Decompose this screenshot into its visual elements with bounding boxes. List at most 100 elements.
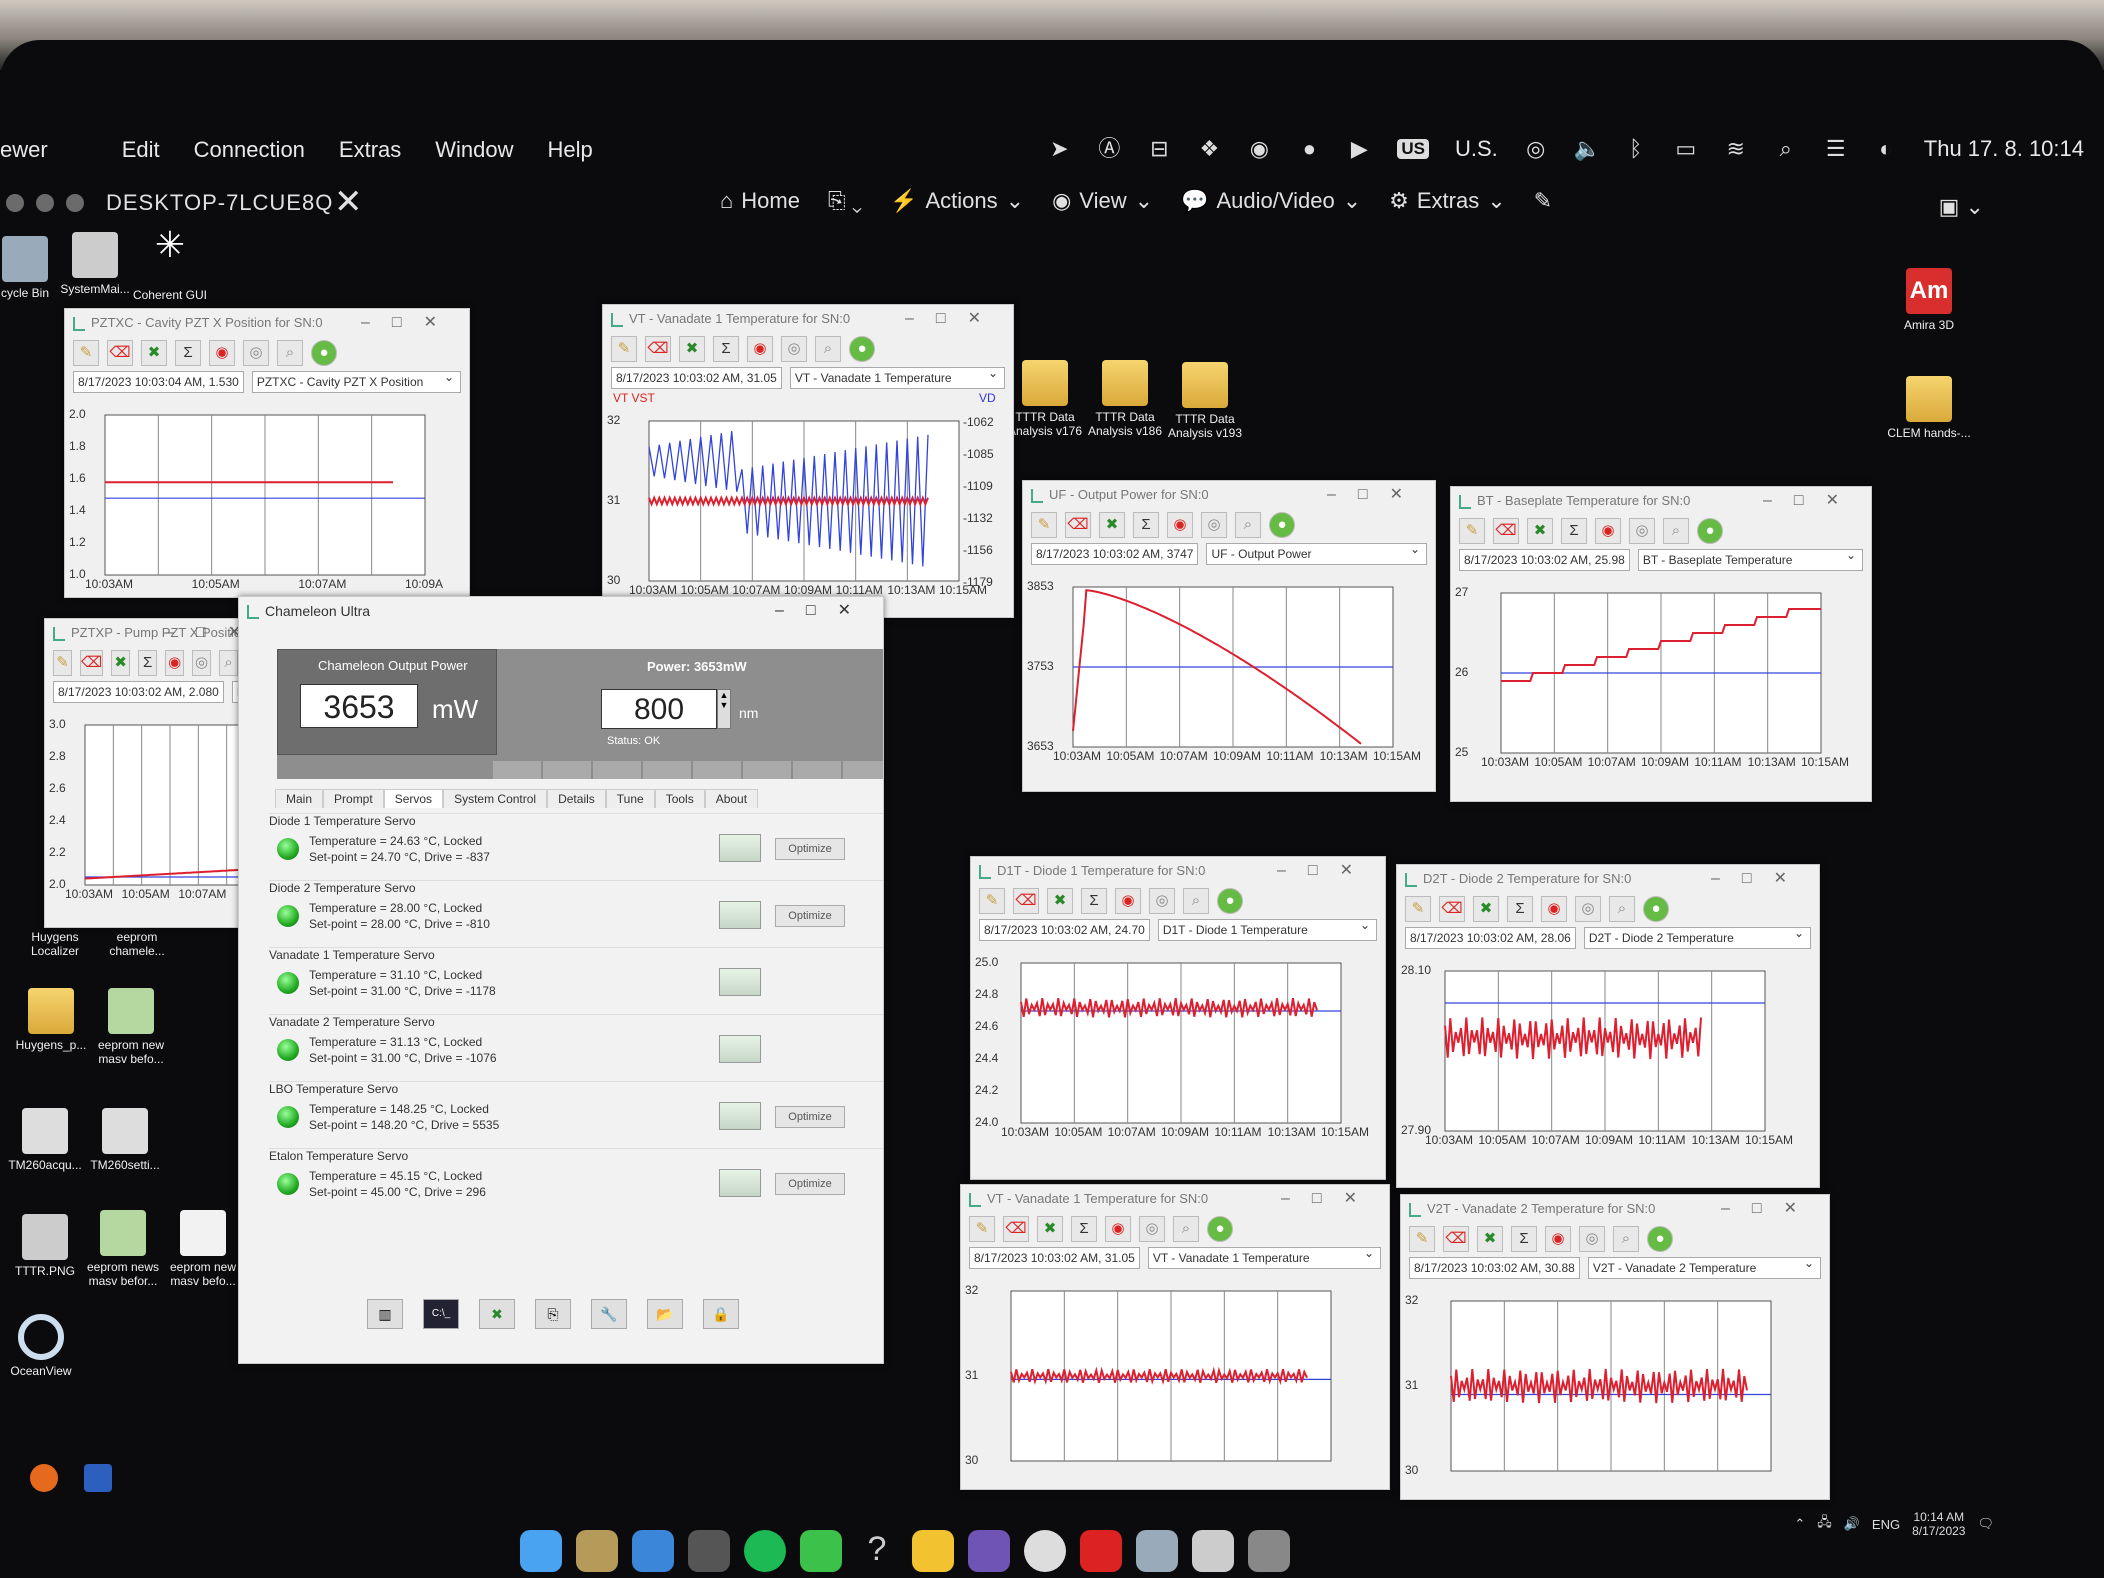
- excel-icon[interactable]: ✖: [1099, 512, 1125, 538]
- excel-icon[interactable]: ✖: [679, 336, 705, 362]
- optimize-button[interactable]: Optimize: [775, 1106, 845, 1128]
- zoom-icon[interactable]: ⌕: [219, 650, 239, 676]
- window-controls[interactable]: –□✕: [1277, 860, 1375, 880]
- zoom-icon[interactable]: ⌕: [1173, 1216, 1199, 1242]
- screen-icon[interactable]: [1136, 1530, 1178, 1572]
- tray-a-icon[interactable]: Ⓐ: [1097, 137, 1121, 161]
- eraser-icon[interactable]: ⌫: [1013, 888, 1039, 914]
- recording-icon[interactable]: ●: [1297, 137, 1321, 161]
- excel-icon[interactable]: ✖: [1047, 888, 1073, 914]
- language-indicator[interactable]: ENG: [1872, 1517, 1900, 1532]
- stop-icon[interactable]: ◎: [192, 650, 212, 676]
- excel-icon[interactable]: ✖: [1527, 518, 1553, 544]
- search-icon[interactable]: ⌕: [1774, 137, 1798, 161]
- firefox-icon[interactable]: [30, 1464, 58, 1492]
- network-icon[interactable]: 🖧: [1817, 1513, 1832, 1535]
- acrobat-icon[interactable]: [1080, 1530, 1122, 1572]
- remote-icon[interactable]: [1024, 1530, 1066, 1572]
- keyboard-badge[interactable]: US: [1397, 139, 1429, 159]
- d1t-window[interactable]: D1T - Diode 1 Temperature for SN:0 –□✕ ✎ ⌫ ✖…: [970, 856, 1386, 1180]
- optimize-button[interactable]: Optimize: [775, 838, 845, 860]
- app-taskbar-icon[interactable]: [84, 1464, 112, 1492]
- desktop-icon-tm260set[interactable]: TM260setti...: [80, 1108, 170, 1172]
- uf-window[interactable]: UF - Output Power for SN:0 –□✕ ✎ ⌫ ✖ Σ ◉ ◎ ⌕ ● 8/1…: [1022, 480, 1436, 792]
- window-controls[interactable]: –□✕: [775, 600, 873, 620]
- chart-icon[interactable]: ▥: [367, 1299, 403, 1329]
- go-icon[interactable]: ●: [1269, 512, 1295, 538]
- parameter-select[interactable]: PZTXC - Cavity PZT X Position: [251, 370, 461, 393]
- servo-chart-button[interactable]: [719, 1102, 761, 1130]
- desktop-icon-tm260acq[interactable]: TM260acqu...: [0, 1108, 90, 1172]
- bluetooth-icon[interactable]: ᛒ: [1624, 137, 1648, 161]
- window-controls[interactable]: –□✕: [1281, 1188, 1379, 1208]
- facetime-icon[interactable]: [800, 1530, 842, 1572]
- sum-icon[interactable]: Σ: [1081, 888, 1107, 914]
- keyboard-label[interactable]: U.S.: [1455, 136, 1498, 162]
- edit-icon[interactable]: ✎: [611, 336, 637, 362]
- go-icon[interactable]: ●: [849, 336, 875, 362]
- edit-icon[interactable]: ✎: [73, 340, 99, 366]
- folder-icon[interactable]: 📂: [647, 1299, 683, 1329]
- play-icon[interactable]: ▶: [1347, 137, 1371, 161]
- console-icon[interactable]: C:\_: [423, 1299, 459, 1329]
- optimize-button[interactable]: Optimize: [775, 905, 845, 927]
- parameter-select[interactable]: D1T - Diode 1 Temperature: [1157, 918, 1377, 941]
- edit-icon[interactable]: ✎: [1031, 512, 1057, 538]
- stop-icon[interactable]: ◎: [1575, 896, 1601, 922]
- stop-icon[interactable]: ◎: [781, 336, 807, 362]
- window-controls[interactable]: –□✕: [1763, 490, 1861, 510]
- vt-bottom-window[interactable]: VT - Vanadate 1 Temperature for SN:0 –□✕ ✎…: [960, 1184, 1390, 1490]
- sum-icon[interactable]: Σ: [713, 336, 739, 362]
- stop-icon[interactable]: ◎: [1579, 1226, 1605, 1252]
- eraser-icon[interactable]: ⌫: [645, 336, 671, 362]
- edit-icon[interactable]: ✎: [969, 1216, 995, 1242]
- desktop-icon-coherent[interactable]: ✳ Coherent GUI: [125, 227, 215, 303]
- menu-window[interactable]: Window: [435, 137, 513, 163]
- window-controls[interactable]: –□✕: [905, 308, 1003, 328]
- desktop-icon-huygens-p[interactable]: Huygens_p...: [6, 988, 96, 1052]
- desktop-icon-eeprom-new-2[interactable]: eeprom new masv befo...: [158, 1210, 248, 1288]
- chameleon-window[interactable]: Chameleon Ultra –□✕ Chameleon Output Pow…: [238, 596, 884, 1364]
- record-icon[interactable]: ◉: [1115, 888, 1141, 914]
- excel-icon[interactable]: ✖: [1037, 1216, 1063, 1242]
- documents-icon[interactable]: [1192, 1530, 1234, 1572]
- notification-icon[interactable]: 🗨: [1977, 1516, 1994, 1532]
- tab-servos[interactable]: Servos: [383, 789, 444, 808]
- chevron-up-icon[interactable]: ⌃: [1794, 1516, 1805, 1532]
- edit-icon[interactable]: ✎: [1405, 896, 1431, 922]
- record-icon[interactable]: ◉: [165, 650, 185, 676]
- window-controls[interactable]: [6, 194, 84, 212]
- menu-viewer[interactable]: ewer: [0, 137, 48, 163]
- desktop-icon-tttr193[interactable]: TTTR Data Analysis v193: [1160, 362, 1250, 440]
- stop-icon[interactable]: ◎: [1149, 888, 1175, 914]
- tab-prompt[interactable]: Prompt: [323, 789, 384, 808]
- eraser-icon[interactable]: ⌫: [1065, 512, 1091, 538]
- stop-icon[interactable]: ◎: [243, 340, 269, 366]
- sum-icon[interactable]: Σ: [1133, 512, 1159, 538]
- stop-icon[interactable]: ◎: [1139, 1216, 1165, 1242]
- eraser-icon[interactable]: ⌫: [1003, 1216, 1029, 1242]
- go-icon[interactable]: ●: [1643, 896, 1669, 922]
- location-arrow-icon[interactable]: ➤: [1047, 137, 1071, 161]
- eraser-icon[interactable]: ⌫: [1493, 518, 1519, 544]
- sum-icon[interactable]: Σ: [1511, 1226, 1537, 1252]
- d2t-window[interactable]: D2T - Diode 2 Temperature for SN:0 –□✕ ✎ ⌫ ✖…: [1396, 864, 1820, 1188]
- parameter-select[interactable]: VT - Vanadate 1 Temperature: [789, 366, 1005, 389]
- go-icon[interactable]: ●: [1217, 888, 1243, 914]
- parameter-select[interactable]: VT - Vanadate 1 Temperature: [1147, 1246, 1381, 1269]
- record-icon[interactable]: ◉: [1595, 518, 1621, 544]
- desktop-icon-tttr186[interactable]: TTTR Data Analysis v186: [1080, 360, 1170, 438]
- edit-icon[interactable]: ✎: [979, 888, 1005, 914]
- wavelength-input[interactable]: 800: [601, 689, 717, 729]
- go-icon[interactable]: ●: [1647, 1226, 1673, 1252]
- desktop-icon-eeprom-news[interactable]: eeprom news masv befor...: [78, 1210, 168, 1288]
- parameter-select[interactable]: D2T - Diode 2 Temperature: [1583, 926, 1811, 949]
- window-controls[interactable]: –□✕: [361, 312, 459, 332]
- window-controls[interactable]: –□✕: [1327, 484, 1425, 504]
- servo-chart-button[interactable]: [719, 968, 761, 996]
- github-icon[interactable]: [968, 1530, 1010, 1572]
- window-controls[interactable]: –□✕: [1711, 868, 1809, 888]
- zoom-icon[interactable]: ⌕: [277, 340, 303, 366]
- taskbar-clock[interactable]: 10:14 AM 8/17/2023: [1912, 1510, 1965, 1538]
- files-button[interactable]: ⎘ ⌄: [828, 188, 862, 214]
